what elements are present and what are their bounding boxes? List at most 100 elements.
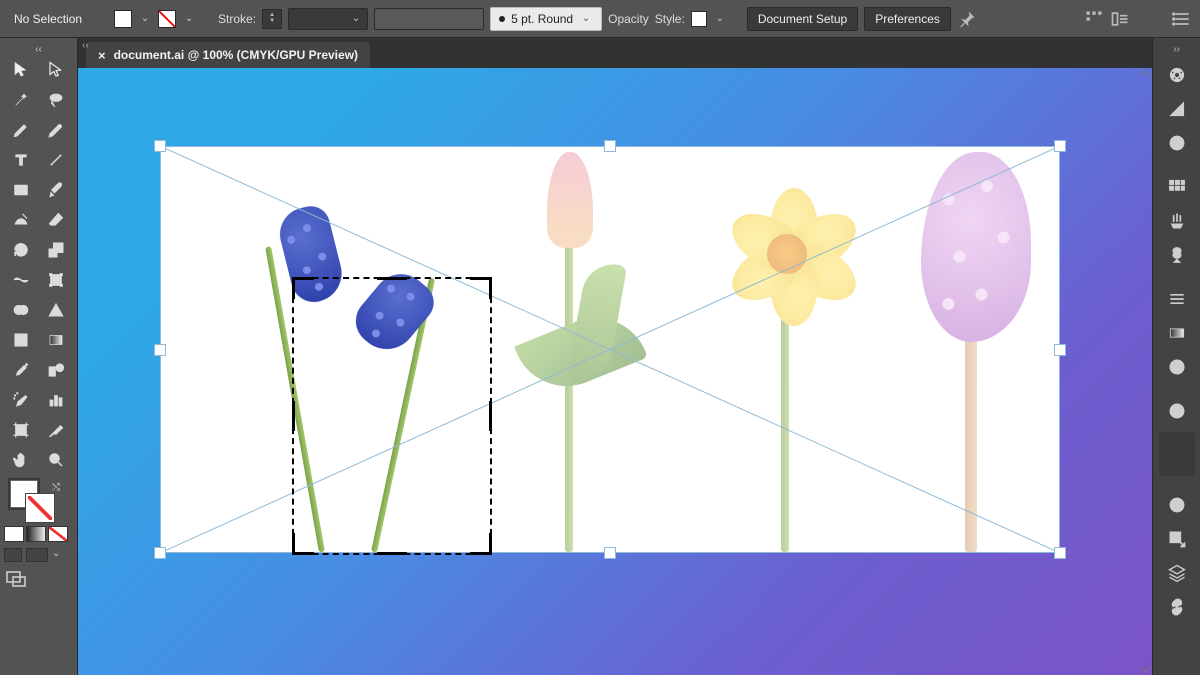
draw-normal-icon[interactable] [4,548,22,562]
shaper-tool[interactable] [4,206,38,234]
swatches-panel-icon[interactable] [1159,172,1195,202]
shape-builder-tool[interactable] [4,296,38,324]
paintbrush-tool[interactable] [40,176,74,204]
hand-tool[interactable] [4,446,38,474]
column-graph-tool[interactable] [40,386,74,414]
style-dropdown-icon[interactable]: ⌄ [713,13,727,24]
placed-image[interactable] [160,146,1060,553]
flower-daffodil [691,152,871,552]
change-screen-mode-icon[interactable] [4,570,28,588]
stroke-color-box[interactable] [26,494,54,522]
close-tab-icon[interactable]: × [98,48,106,63]
chevron-down-icon: ⌄ [579,13,593,24]
document-tab-title: document.ai @ 100% (CMYK/GPU Preview) [114,48,358,62]
artboard-tool[interactable] [4,416,38,444]
stroke-label: Stroke: [218,12,256,26]
handle-bot-left[interactable] [154,547,166,559]
gradient-panel-icon[interactable] [1159,318,1195,348]
fill-dropdown-icon[interactable]: ⌄ [138,13,152,24]
align-icon[interactable] [1084,9,1104,29]
document-tab[interactable]: × document.ai @ 100% (CMYK/GPU Preview) [86,42,370,68]
color-guide-panel-icon[interactable] [1159,128,1195,158]
flower-hyacinth [901,152,1051,552]
style-label: Style: [655,12,685,26]
handle-mid-left[interactable] [154,344,166,356]
control-bar: No Selection ⌄ ⌄ Stroke: ▲▼ ⌄ 5 pt. Roun… [0,0,1200,38]
graphic-style-swatch[interactable] [691,11,707,27]
draw-mode-none[interactable] [48,526,68,542]
fill-swatch[interactable] [114,10,132,28]
placed-image-frame[interactable] [160,146,1060,553]
curvature-tool[interactable] [40,116,74,144]
handle-mid-right[interactable] [1054,344,1066,356]
vertical-scrollbar[interactable] [1138,68,1152,675]
rotate-tool[interactable] [4,236,38,264]
right-panel-dock: ›› [1152,38,1200,675]
document-tab-strip: ‹‹ × document.ai @ 100% (CMYK/GPU Previe… [78,38,1152,68]
width-tool[interactable] [4,266,38,294]
blend-tool[interactable] [40,356,74,384]
document-setup-button[interactable]: Document Setup [747,7,858,31]
chevron-down-icon[interactable]: ⌄ [52,548,60,562]
toolbox-collapse-icon[interactable]: ‹‹ [4,42,73,56]
pin-icon[interactable] [957,9,977,29]
magic-wand-tool[interactable] [4,86,38,114]
rdock-expand-icon[interactable]: ›› [1173,44,1180,56]
eraser-tool[interactable] [40,206,74,234]
lasso-tool[interactable] [40,86,74,114]
scale-tool[interactable] [40,236,74,264]
stroke-weight-stepper[interactable]: ▲▼ [262,9,282,29]
color-mode-row [4,526,73,542]
graphic-styles-panel-icon[interactable] [1159,432,1195,476]
brush-preset-pill[interactable]: 5 pt. Round ⌄ [490,7,602,31]
brush-dot-icon [499,16,505,22]
slice-tool[interactable] [40,416,74,444]
properties-panel-icon[interactable] [1159,60,1195,90]
transparency-panel-icon[interactable] [1159,352,1195,382]
asset-export-panel-icon[interactable] [1159,524,1195,554]
list-icon[interactable] [1172,9,1192,29]
stroke-profile-select[interactable]: ⌄ [288,8,368,30]
stroke-panel-icon[interactable] [1159,284,1195,314]
pen-tool[interactable] [4,116,38,144]
symbol-sprayer-tool[interactable] [4,386,38,414]
handle-top-left[interactable] [154,140,166,152]
handle-top-mid[interactable] [604,140,616,152]
eyedropper-tool[interactable] [4,356,38,384]
draw-mode-solid[interactable] [4,526,24,542]
stroke-swatch[interactable] [158,10,176,28]
zoom-tool[interactable] [40,446,74,474]
stroke-dropdown-icon[interactable]: ⌄ [182,13,196,24]
arrange-icon[interactable] [1110,9,1130,29]
swap-fill-stroke-icon[interactable]: ⤭ [52,482,60,493]
screen-mode-row: ⌄ [4,548,73,562]
perspective-grid-tool[interactable] [40,296,74,324]
type-tool[interactable] [4,146,38,174]
tools-panel: ‹‹ ⤭ [0,38,78,675]
cc-libraries-panel-icon[interactable] [1159,490,1195,520]
layers-panel-icon[interactable] [1159,558,1195,588]
rectangle-tool[interactable] [4,176,38,204]
color-panel-icon[interactable] [1159,94,1195,124]
handle-top-right[interactable] [1054,140,1066,152]
canvas-area[interactable] [78,68,1152,675]
handle-bot-mid[interactable] [604,547,616,559]
tabstrip-expand-icon[interactable]: ‹‹ [78,40,93,51]
draw-behind-icon[interactable] [26,548,48,562]
preferences-button[interactable]: Preferences [864,7,951,31]
brush-definition-select[interactable] [374,8,484,30]
draw-mode-gradient[interactable] [26,526,46,542]
symbols-panel-icon[interactable] [1159,240,1195,270]
appearance-panel-icon[interactable] [1159,396,1195,426]
gradient-tool[interactable] [40,326,74,354]
free-transform-tool[interactable] [40,266,74,294]
line-segment-tool[interactable] [40,146,74,174]
mesh-tool[interactable] [4,326,38,354]
handle-bot-right[interactable] [1054,547,1066,559]
links-panel-icon[interactable] [1159,592,1195,622]
selection-tool[interactable] [4,56,38,84]
direct-selection-tool[interactable] [40,56,74,84]
flower-muscari [251,182,431,552]
brushes-panel-icon[interactable] [1159,206,1195,236]
fill-stroke-indicator[interactable]: ⤭ [4,480,73,522]
